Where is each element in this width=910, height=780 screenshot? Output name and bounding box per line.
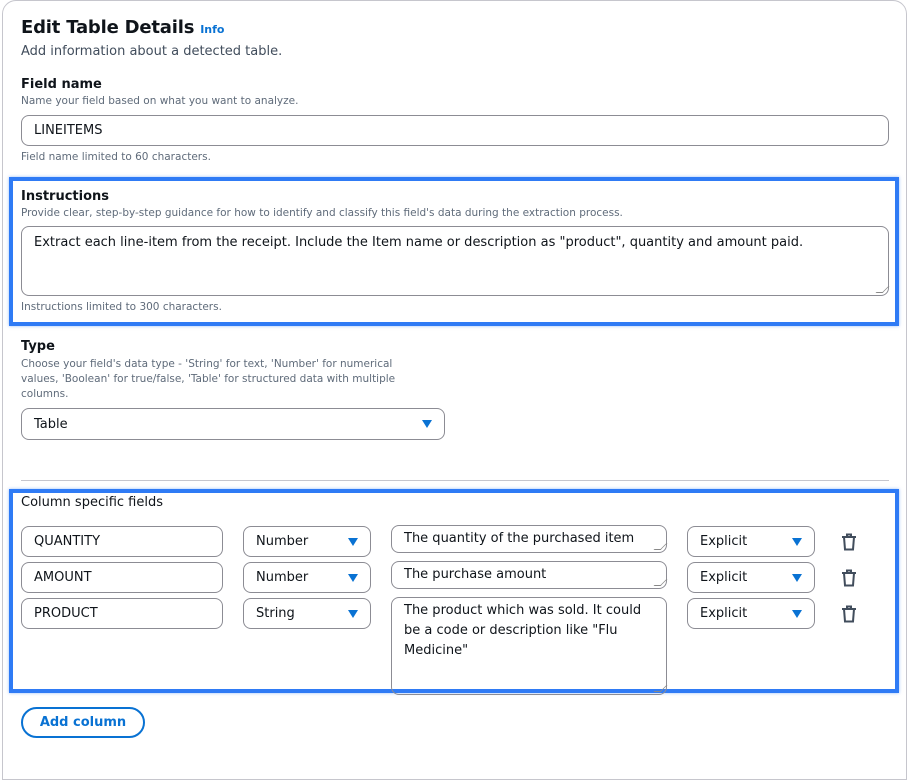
instructions-label: Instructions [21, 189, 110, 204]
column-description-textarea[interactable]: The purchase amount [391, 561, 667, 589]
caret-down-icon [348, 537, 358, 546]
column-method-value: Explicit [700, 606, 748, 621]
column-name-input[interactable]: PRODUCT [21, 598, 223, 629]
column-description-textarea[interactable]: The quantity of the purchased item [391, 525, 667, 553]
page-title: Edit Table Details [21, 17, 195, 38]
trash-icon[interactable] [841, 533, 857, 551]
field-name-constraint: Field name limited to 60 characters. [21, 151, 211, 163]
column-method-select[interactable]: Explicit [687, 598, 815, 629]
column-method-select[interactable]: Explicit [687, 562, 815, 593]
header: Edit Table Details Info [21, 17, 225, 38]
page-subtitle: Add information about a detected table. [21, 44, 283, 59]
caret-down-icon [348, 573, 358, 582]
type-select-value: Table [34, 416, 68, 432]
caret-down-icon [792, 537, 802, 546]
columns-label: Column specific fields [21, 495, 163, 510]
field-name-input[interactable]: LINEITEMS [21, 115, 889, 146]
caret-down-icon [348, 609, 358, 618]
add-column-button[interactable]: Add column [21, 707, 145, 738]
column-method-select[interactable]: Explicit [687, 526, 815, 557]
instructions-description: Provide clear, step-by-step guidance for… [21, 207, 623, 219]
divider [21, 480, 889, 481]
field-name-label: Field name [21, 77, 102, 92]
trash-icon[interactable] [841, 605, 857, 623]
column-name-input[interactable]: QUANTITY [21, 526, 223, 557]
type-label: Type [21, 339, 55, 354]
type-select[interactable]: Table [21, 408, 445, 440]
column-type-value: String [256, 606, 295, 621]
column-method-value: Explicit [700, 534, 748, 549]
column-type-select[interactable]: String [243, 598, 371, 629]
column-method-value: Explicit [700, 570, 748, 585]
field-name-description: Name your field based on what you want t… [21, 95, 299, 107]
caret-down-icon [792, 609, 802, 618]
trash-icon[interactable] [841, 569, 857, 587]
instructions-textarea[interactable]: Extract each line-item from the receipt.… [21, 226, 889, 296]
type-description: Choose your field's data type - 'String'… [21, 358, 396, 400]
column-name-input[interactable]: AMOUNT [21, 562, 223, 593]
info-link[interactable]: Info [200, 23, 224, 36]
column-type-select[interactable]: Number [243, 526, 371, 557]
column-description-textarea[interactable]: The product which was sold. It could be … [391, 597, 667, 695]
column-type-select[interactable]: Number [243, 562, 371, 593]
instructions-constraint: Instructions limited to 300 characters. [21, 301, 222, 313]
column-type-value: Number [256, 534, 309, 549]
column-type-value: Number [256, 570, 309, 585]
caret-down-icon [792, 573, 802, 582]
caret-down-icon [422, 420, 432, 428]
